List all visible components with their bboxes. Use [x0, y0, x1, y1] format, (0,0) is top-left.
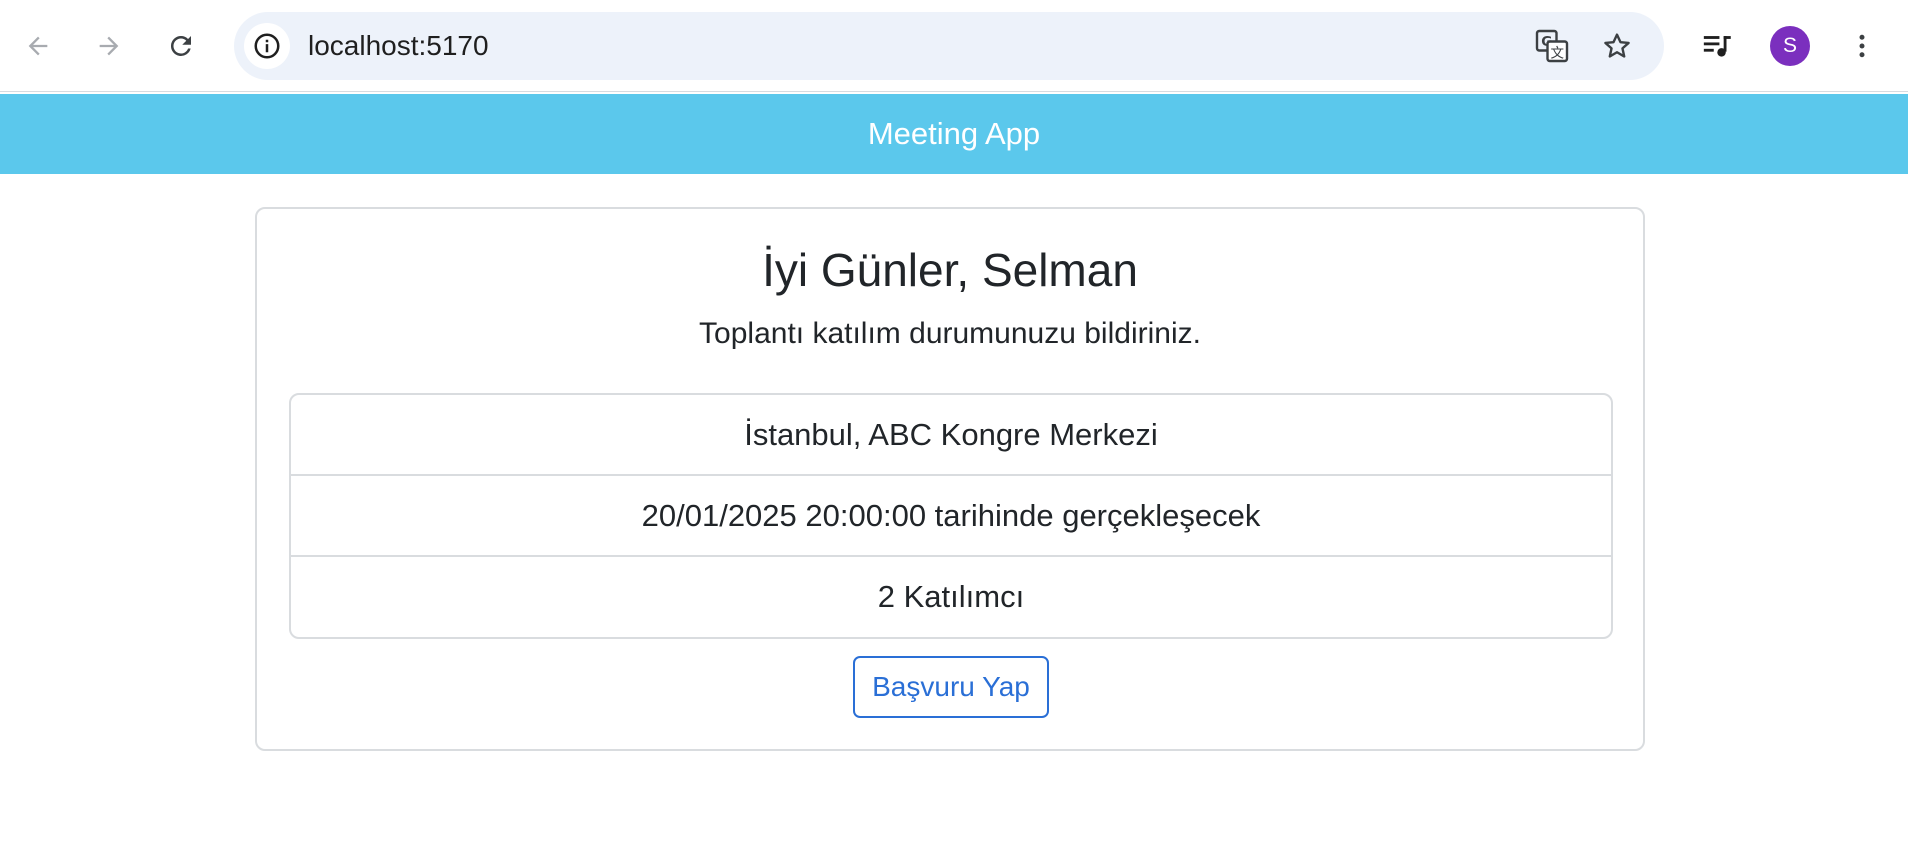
info-icon	[254, 33, 280, 59]
media-button[interactable]	[1696, 24, 1740, 68]
app-header: Meeting App	[0, 94, 1908, 174]
forward-button[interactable]	[85, 22, 133, 70]
bookmark-button[interactable]	[1597, 26, 1637, 66]
translate-button[interactable]: G 文	[1532, 26, 1572, 66]
reload-button[interactable]	[157, 22, 205, 70]
star-icon	[1604, 33, 1630, 58]
participant-count: 2 Katılımcı	[877, 579, 1025, 614]
url-text[interactable]: localhost:5170	[308, 12, 489, 80]
app-title: Meeting App	[867, 116, 1041, 151]
svg-text:文: 文	[1551, 45, 1565, 61]
meeting-location: İstanbul, ABC Kongre Merkezi	[291, 395, 1611, 476]
profile-avatar[interactable]: S	[1770, 26, 1810, 66]
media-queue-icon	[1703, 36, 1731, 57]
instruction-text: Toplantı katılım durumunuzu bildiriniz.	[699, 317, 1201, 350]
site-info-button[interactable]	[244, 23, 290, 69]
back-button[interactable]	[14, 22, 62, 70]
kebab-menu-icon	[1859, 34, 1865, 58]
meeting-datetime: 20/01/2025 20:00:00 tarihinde gerçekleşe…	[291, 476, 1611, 557]
translate-icon: G 文	[1535, 29, 1569, 63]
browser-toolbar: localhost:5170 G 文 S	[0, 0, 1908, 92]
greeting-heading: İyi Günler, Selman	[762, 244, 1138, 296]
reload-icon	[170, 35, 191, 56]
meeting-card: İyi Günler, Selman Toplantı katılım duru…	[255, 207, 1645, 751]
address-bar[interactable]: localhost:5170 G 文	[234, 12, 1664, 80]
menu-button[interactable]	[1840, 24, 1884, 68]
meeting-details-list: İstanbul, ABC Kongre Merkezi 20/01/2025 …	[289, 393, 1613, 639]
forward-arrow-icon	[99, 36, 119, 56]
back-arrow-icon	[28, 36, 48, 56]
apply-button[interactable]: Başvuru Yap	[853, 656, 1049, 718]
